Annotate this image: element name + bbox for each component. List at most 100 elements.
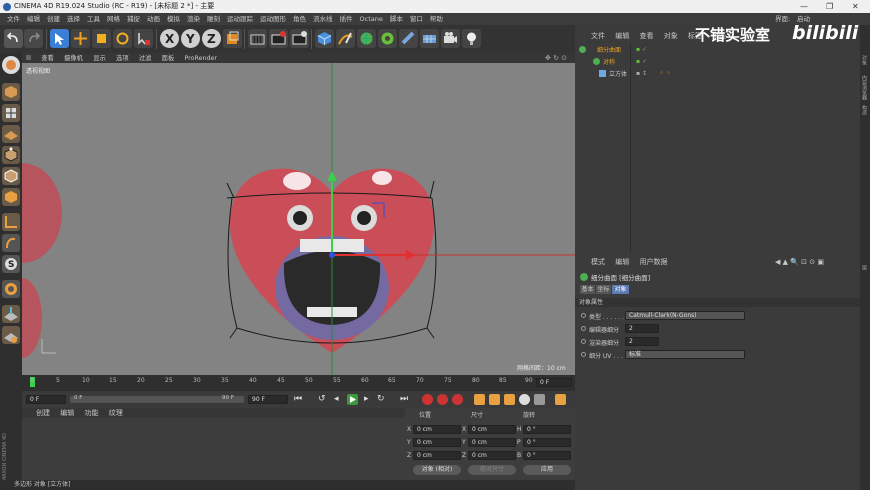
size-z-field[interactable]: 0 cm bbox=[468, 451, 516, 460]
menu-character[interactable]: 角色 bbox=[293, 15, 306, 23]
visibility-check-icon[interactable]: ▪ ↕ bbox=[636, 70, 647, 77]
polygons-mode-icon[interactable] bbox=[2, 188, 20, 206]
material-menu-edit[interactable]: 编辑 bbox=[60, 409, 74, 417]
am-menu-mode[interactable]: 模式 bbox=[591, 258, 605, 266]
menu-window[interactable]: 窗口 bbox=[410, 15, 423, 23]
object-name[interactable]: 细分曲面 bbox=[597, 45, 621, 54]
key-scale-icon[interactable] bbox=[489, 394, 500, 405]
menu-snap[interactable]: 捕捉 bbox=[127, 15, 140, 23]
size-mode-select[interactable]: 绝对尺寸 bbox=[468, 465, 516, 475]
auto-keying-icon[interactable] bbox=[437, 394, 448, 405]
minimize-button[interactable]: — bbox=[800, 0, 808, 13]
recent-tool-icon[interactable] bbox=[134, 29, 153, 48]
apply-button[interactable]: 应用 bbox=[523, 465, 571, 475]
tweak-mode-icon[interactable] bbox=[2, 234, 20, 252]
light-icon[interactable] bbox=[462, 29, 481, 48]
render-view-icon[interactable] bbox=[248, 29, 267, 48]
sculpt-icon[interactable] bbox=[2, 280, 20, 298]
keyframe-dot-icon[interactable] bbox=[581, 352, 586, 357]
menu-create[interactable]: 创建 bbox=[47, 15, 60, 23]
array-icon[interactable] bbox=[378, 29, 397, 48]
subdivide-uv-select[interactable]: 标准 bbox=[625, 350, 745, 359]
camera-icon[interactable] bbox=[441, 29, 460, 48]
move-icon[interactable] bbox=[71, 29, 90, 48]
om-menu-view[interactable]: 查看 bbox=[639, 32, 653, 40]
menu-tools[interactable]: 工具 bbox=[87, 15, 100, 23]
coordinate-mode-select[interactable]: 对象 (相对) bbox=[413, 465, 461, 475]
start-frame-field[interactable]: 0 F bbox=[26, 395, 66, 404]
edges-mode-icon[interactable] bbox=[2, 167, 20, 185]
am-menu-edit[interactable]: 编辑 bbox=[615, 258, 629, 266]
menu-help[interactable]: 帮助 bbox=[430, 15, 443, 23]
menu-octane[interactable]: Octane bbox=[360, 15, 383, 23]
viewport-menu-view[interactable]: 查看 bbox=[41, 55, 54, 62]
record-keys-icon[interactable] bbox=[422, 394, 433, 405]
menu-edit[interactable]: 编辑 bbox=[27, 15, 40, 23]
side-tab-structure[interactable]: 构造 bbox=[861, 105, 868, 115]
object-row[interactable]: 立方体 ▪ ↕ ⁘ ⁘ bbox=[579, 69, 829, 79]
material-tag-icon[interactable]: ⁘ ⁘ bbox=[659, 70, 671, 77]
workplane-lock-icon[interactable] bbox=[2, 305, 20, 323]
om-menu-edit[interactable]: 编辑 bbox=[615, 32, 629, 40]
keyframe-selection-icon[interactable] bbox=[452, 394, 463, 405]
render-settings-icon[interactable] bbox=[290, 29, 309, 48]
key-position-icon[interactable] bbox=[474, 394, 485, 405]
snapping-icon[interactable]: S bbox=[2, 255, 20, 273]
previous-frame-icon[interactable]: ◂ bbox=[334, 394, 339, 404]
om-menu-file[interactable]: 文件 bbox=[591, 32, 605, 40]
editor-subdivision-field[interactable]: 2 bbox=[625, 324, 659, 333]
preview-range-slider[interactable]: 0 F 90 F bbox=[70, 395, 244, 403]
subdivision-surface-icon[interactable] bbox=[357, 29, 376, 48]
menu-plugins[interactable]: 插件 bbox=[340, 15, 353, 23]
deformer-icon[interactable] bbox=[399, 29, 418, 48]
key-parameter-icon[interactable] bbox=[519, 394, 530, 405]
texture-mode-icon[interactable] bbox=[2, 104, 20, 122]
previous-key-icon[interactable]: ↺ bbox=[318, 394, 326, 404]
rotation-b-field[interactable]: 0 ° bbox=[523, 451, 571, 460]
tab-object[interactable]: 对象 bbox=[612, 285, 629, 294]
menu-motion-tracker[interactable]: 运动跟踪 bbox=[227, 15, 253, 23]
position-y-field[interactable]: 0 cm bbox=[413, 438, 461, 447]
close-button[interactable]: ✕ bbox=[852, 0, 859, 13]
type-select[interactable]: Catmull-Clark(N-Gons) bbox=[625, 311, 745, 320]
keyframe-dot-icon[interactable] bbox=[581, 326, 586, 331]
timeline-end-field[interactable]: 0 F bbox=[536, 378, 572, 387]
object-name[interactable]: 对称 bbox=[603, 57, 615, 66]
menu-script[interactable]: 脚本 bbox=[390, 15, 403, 23]
menu-sculpt[interactable]: 雕刻 bbox=[207, 15, 220, 23]
viewport[interactable]: 透视视图 网格间距：10 cm bbox=[22, 63, 575, 375]
menu-file[interactable]: 文件 bbox=[7, 15, 20, 23]
keyframe-dot-icon[interactable] bbox=[581, 313, 586, 318]
menu-select[interactable]: 选择 bbox=[67, 15, 80, 23]
tab-coord[interactable]: 坐标 bbox=[596, 285, 611, 294]
points-mode-icon[interactable] bbox=[2, 146, 20, 164]
viewport-menu-cameras[interactable]: 摄像机 bbox=[64, 55, 83, 62]
axis-mode-icon[interactable] bbox=[2, 213, 20, 231]
size-y-field[interactable]: 0 cm bbox=[468, 438, 516, 447]
object-row[interactable]: 对称 ▪ ✓ bbox=[579, 57, 829, 67]
undo-icon[interactable] bbox=[4, 29, 23, 48]
side-tab-objects[interactable]: 对象 bbox=[861, 55, 868, 65]
om-menu-objects[interactable]: 对象 bbox=[664, 32, 678, 40]
size-x-field[interactable]: 0 cm bbox=[468, 425, 516, 434]
rotation-p-field[interactable]: 0 ° bbox=[523, 438, 571, 447]
workplane-icon[interactable] bbox=[2, 125, 20, 143]
viewport-menu-prorender[interactable]: ProRender bbox=[185, 55, 217, 62]
menu-pipeline[interactable]: 流水线 bbox=[313, 15, 333, 23]
cube-icon[interactable] bbox=[315, 29, 334, 48]
position-z-field[interactable]: 0 cm bbox=[413, 451, 461, 460]
render-picture-viewer-icon[interactable] bbox=[269, 29, 288, 48]
visibility-check-icon[interactable]: ▪ ✓ bbox=[636, 58, 647, 65]
redo-icon[interactable] bbox=[24, 29, 43, 48]
key-pla-icon[interactable] bbox=[534, 394, 545, 405]
render-subdivision-field[interactable]: 2 bbox=[625, 337, 659, 346]
keyframe-dot-icon[interactable] bbox=[581, 339, 586, 344]
rotation-h-field[interactable]: 0 ° bbox=[523, 425, 571, 434]
maximize-button[interactable]: ❐ bbox=[826, 0, 833, 13]
end-frame-field[interactable]: 90 F bbox=[248, 395, 288, 404]
visibility-check-icon[interactable]: ▪ ✓ bbox=[636, 46, 647, 53]
material-menu-texture[interactable]: 纹理 bbox=[109, 409, 123, 417]
make-editable-icon[interactable] bbox=[2, 56, 20, 74]
viewport-menu-options[interactable]: 选项 bbox=[116, 55, 129, 62]
grid-icon[interactable] bbox=[2, 326, 20, 344]
